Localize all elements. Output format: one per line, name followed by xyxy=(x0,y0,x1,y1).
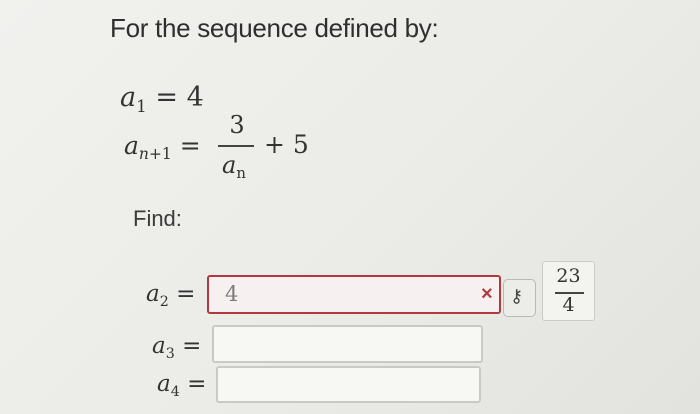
rec-index-rest: +1 xyxy=(148,145,172,164)
a1-equals-value: = 4 xyxy=(155,82,204,113)
correct-answer-display: 23 4 xyxy=(542,261,595,321)
a2-variable: a xyxy=(146,281,160,307)
rec-index-var: n xyxy=(138,145,149,164)
den-index: n xyxy=(236,164,246,183)
den-variable: a xyxy=(222,151,237,179)
recurrence-tail: + 5 xyxy=(264,130,309,159)
a3-variable: a xyxy=(152,333,166,359)
incorrect-icon: × xyxy=(481,283,493,305)
correct-answer-denominator: 4 xyxy=(562,294,575,316)
problem-prompt: For the sequence defined by: xyxy=(110,13,439,43)
a4-index: 4 xyxy=(170,383,180,400)
find-label: Find: xyxy=(133,206,182,231)
recurrence-lhs: an+1 = xyxy=(124,131,201,164)
a1-variable: a xyxy=(120,82,137,113)
a3-label: a3 = xyxy=(152,333,202,362)
a4-input[interactable] xyxy=(216,366,481,403)
initial-term: a1 = 4 xyxy=(120,82,204,116)
a2-input-value: 4 xyxy=(225,282,239,306)
a4-equals: = xyxy=(187,371,207,397)
rec-variable: a xyxy=(124,131,139,160)
a2-label: a2 = xyxy=(146,281,196,310)
a2-index: 2 xyxy=(159,293,169,310)
rec-equals: = xyxy=(179,131,201,160)
a4-label: a4 = xyxy=(157,371,207,400)
a3-index: 3 xyxy=(165,345,175,362)
show-answer-key-button[interactable]: ⚷ xyxy=(503,279,536,317)
key-icon: ⚷ xyxy=(510,286,524,306)
a3-equals: = xyxy=(182,333,202,359)
a1-index: 1 xyxy=(136,95,147,116)
fraction-numerator: 3 xyxy=(229,111,245,139)
a2-equals: = xyxy=(176,281,196,307)
correct-answer-numerator: 23 xyxy=(556,265,581,287)
a4-variable: a xyxy=(157,371,171,397)
a3-input[interactable] xyxy=(212,325,483,363)
fraction-bar xyxy=(218,145,254,147)
a2-input[interactable]: 4 xyxy=(207,275,501,314)
fraction-denominator: an xyxy=(222,151,246,183)
